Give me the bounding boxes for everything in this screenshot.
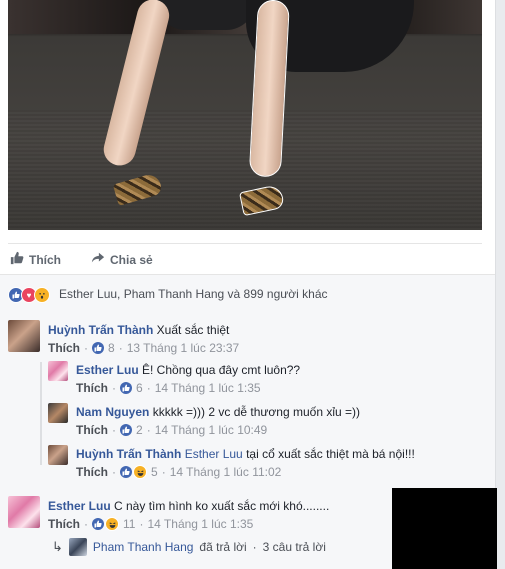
comment-like-link[interactable]: Thích: [48, 517, 80, 531]
comment-author[interactable]: Esther Luu: [76, 363, 139, 377]
separator: ·: [139, 517, 144, 531]
separator: ·: [146, 423, 151, 437]
comment-author[interactable]: Huỳnh Trấn Thành: [76, 447, 181, 461]
redaction-box: [392, 488, 497, 569]
post-action-bar: Thích Chia sẻ: [8, 243, 482, 274]
comment-timestamp[interactable]: 14 Tháng 1 lúc 11:02: [170, 465, 282, 479]
reaction-count[interactable]: 8: [108, 341, 115, 355]
avatar[interactable]: [48, 445, 68, 465]
comment-timestamp[interactable]: 14 Tháng 1 lúc 1:35: [155, 381, 261, 395]
comment-meta: Thích · 11 · 14 Tháng 1 lúc 1:35: [48, 517, 253, 531]
comment-text-line: Esther Luu Ê! Chồng qua đây cmt luôn??: [76, 363, 300, 377]
comment-text: Xuất sắc thiệt: [153, 323, 230, 337]
like-button[interactable]: Thích: [10, 251, 61, 268]
reply-thread-line: [40, 362, 42, 465]
avatar[interactable]: [48, 403, 68, 423]
share-label: Chia sẻ: [110, 252, 153, 267]
post-photo[interactable]: [8, 0, 482, 230]
comment-like-link[interactable]: Thích: [76, 381, 108, 395]
thumbs-up-icon: [92, 342, 104, 354]
separator: ·: [112, 423, 116, 437]
reply-count[interactable]: 3 câu trả lời: [263, 540, 326, 554]
share-arrow-icon: [91, 251, 105, 268]
thumbs-up-icon: [10, 251, 24, 268]
comment-text: Ê! Chồng qua đây cmt luôn??: [138, 363, 301, 377]
comment-text-line: Huỳnh Trấn Thành Esther Luu tại cổ xuất …: [76, 447, 415, 461]
thumbs-up-icon: [120, 466, 132, 478]
mentioned-user[interactable]: Esther Luu: [185, 447, 243, 461]
avatar[interactable]: [8, 496, 40, 528]
reaction-icons: ♥: [8, 287, 50, 303]
comment-text: tại cổ xuất sắc thiệt mà bá nội!!!: [242, 447, 415, 461]
comment-timestamp[interactable]: 13 Tháng 1 lúc 23:37: [127, 341, 240, 355]
comment-text: C này tìm hình ko xuất sắc mới khó......…: [110, 499, 330, 513]
comment-text-line: Nam Nguyen kkkkk =))) 2 vc dễ thương muố…: [76, 405, 360, 419]
thumbs-up-icon: [92, 518, 104, 530]
reply-author[interactable]: Pham Thanh Hang: [93, 540, 194, 554]
haha-reaction-icon: [133, 465, 147, 479]
comment-meta: Thích · 5 · 14 Tháng 1 lúc 11:02: [76, 465, 281, 479]
haha-reaction-icon: [105, 517, 119, 531]
reply-arrow-icon: ↳: [52, 539, 63, 554]
separator: ·: [146, 381, 151, 395]
reactions-summary[interactable]: ♥ Esther Luu, Pham Thanh Hang và 899 ngư…: [0, 274, 495, 313]
wow-reaction-icon: [34, 287, 50, 303]
like-label: Thích: [29, 252, 61, 267]
comment-author[interactable]: Huỳnh Trấn Thành: [48, 323, 153, 337]
comment-meta: Thích · 8 · 13 Tháng 1 lúc 23:37: [48, 341, 239, 355]
separator: ·: [84, 341, 88, 355]
thumbs-up-icon: [120, 424, 132, 436]
comment-author[interactable]: Nam Nguyen: [76, 405, 149, 419]
comment-text-line: Esther Luu C này tìm hình ko xuất sắc mớ…: [48, 499, 329, 513]
avatar: [68, 538, 87, 556]
comment-meta: Thích · 2 · 14 Tháng 1 lúc 10:49: [76, 423, 267, 437]
reaction-count[interactable]: 6: [136, 381, 143, 395]
reaction-count[interactable]: 2: [136, 423, 143, 437]
separator: ·: [252, 540, 257, 554]
view-replies-link[interactable]: ↳ Pham Thanh Hang đã trả lời · 3 câu trả…: [52, 538, 326, 556]
avatar[interactable]: [8, 320, 40, 352]
reply-status-text: đã trả lời: [199, 540, 247, 554]
thumbs-up-icon: [120, 382, 132, 394]
avatar[interactable]: [48, 361, 68, 381]
reaction-count[interactable]: 5: [151, 465, 158, 479]
reactions-summary-text: Esther Luu, Pham Thanh Hang và 899 người…: [59, 287, 328, 301]
comment-meta: Thích · 6 · 14 Tháng 1 lúc 1:35: [76, 381, 261, 395]
comment-timestamp[interactable]: 14 Tháng 1 lúc 10:49: [155, 423, 268, 437]
comment-text-line: Huỳnh Trấn Thành Xuất sắc thiệt: [48, 323, 229, 337]
comment-timestamp[interactable]: 14 Tháng 1 lúc 1:35: [147, 517, 253, 531]
share-button[interactable]: Chia sẻ: [91, 251, 153, 268]
separator: ·: [112, 381, 116, 395]
comment-text: kkkkk =))) 2 vc dễ thương muốn xỉu =)): [149, 405, 360, 419]
comment-like-link[interactable]: Thích: [76, 465, 108, 479]
separator: ·: [112, 465, 116, 479]
separator: ·: [161, 465, 166, 479]
reaction-count[interactable]: 11: [123, 517, 135, 531]
post-card: Thích Chia sẻ ♥ Esther Luu, Pham Thanh H…: [0, 0, 496, 569]
separator: ·: [84, 517, 88, 531]
comment-like-link[interactable]: Thích: [48, 341, 80, 355]
comment-like-link[interactable]: Thích: [76, 423, 108, 437]
photo-skirt-left: [156, 0, 256, 30]
comment-author[interactable]: Esther Luu: [48, 499, 111, 513]
separator: ·: [118, 341, 123, 355]
